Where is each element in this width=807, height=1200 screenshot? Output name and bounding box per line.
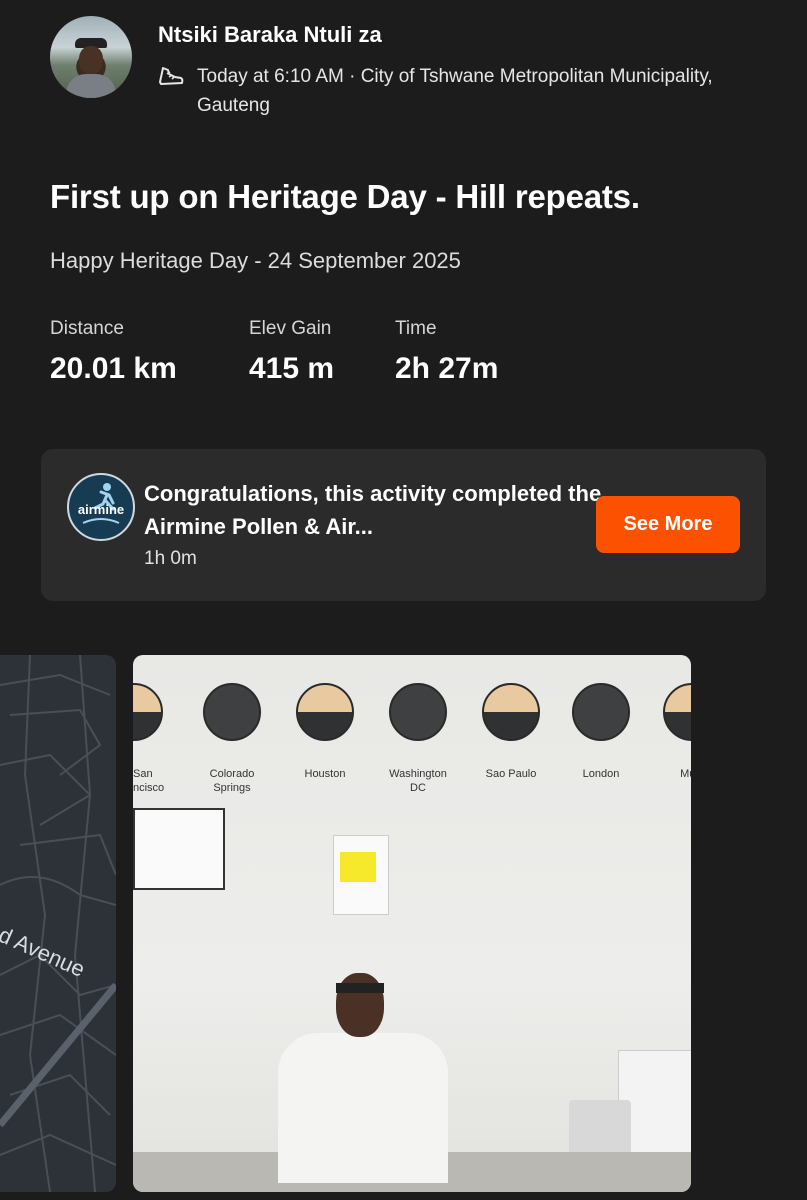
clock-city-label: Washington DC <box>389 768 447 794</box>
challenge-duration: 1h 0m <box>144 548 197 569</box>
wall-floorplan <box>133 808 225 890</box>
challenge-banner[interactable]: airmine Congratulations, this activity c… <box>41 449 766 601</box>
route-map[interactable]: nd Avenue <box>0 655 116 1192</box>
avatar-face <box>79 46 103 74</box>
stat-time: Time 2h 27m <box>395 318 498 386</box>
activity-meta: Today at 6:10 AM · City of Tshwane Metro… <box>197 66 713 116</box>
clock-icon <box>296 683 354 741</box>
clock-city-label: Sao Paulo <box>485 768 537 780</box>
clock-city-label: Colorado Springs <box>209 768 255 794</box>
author-name[interactable]: Ntsiki Baraka Ntuli za <box>158 22 382 48</box>
avatar[interactable] <box>50 16 132 98</box>
stat-value: 2h 27m <box>395 352 499 385</box>
clock-city-label: San ncisco <box>133 768 165 794</box>
airmine-badge: airmine <box>67 473 135 541</box>
wall-notice <box>333 835 389 915</box>
clock-icon <box>663 683 691 741</box>
stat-label: Time <box>395 318 437 339</box>
avatar-body <box>66 74 116 98</box>
stat-value: 415 m <box>249 352 335 385</box>
clock-icon <box>482 683 540 741</box>
challenge-message: Congratulations, this activity completed… <box>144 481 602 539</box>
stat-label: Elev Gain <box>249 318 332 339</box>
clock-city-label: Houston <box>304 768 346 780</box>
stat-distance: Distance 20.01 km <box>50 318 177 386</box>
stat-value: 20.01 km <box>50 352 177 385</box>
activity-title[interactable]: First up on Heritage Day - Hill repeats. <box>50 178 640 216</box>
clock-icon <box>572 683 630 741</box>
headband <box>336 983 384 993</box>
clock-icon <box>389 683 447 741</box>
see-more-button[interactable]: See More <box>596 496 740 553</box>
map-streets <box>0 655 116 1192</box>
clock-city-label: London <box>582 768 620 780</box>
stat-elev-gain: Elev Gain 415 m <box>249 318 334 386</box>
clock-icon <box>133 683 163 741</box>
clock-icon <box>203 683 261 741</box>
badge-text: airmine <box>77 502 125 517</box>
running-shoe-icon <box>159 67 184 85</box>
clock-city-label: Muni <box>680 768 691 780</box>
person-attire <box>278 1033 448 1183</box>
activity-photo[interactable]: San ncisco Colorado Springs Houston Washin… <box>133 655 691 1192</box>
activity-description: Happy Heritage Day - 24 September 2025 <box>50 248 461 273</box>
stat-label: Distance <box>50 318 124 339</box>
